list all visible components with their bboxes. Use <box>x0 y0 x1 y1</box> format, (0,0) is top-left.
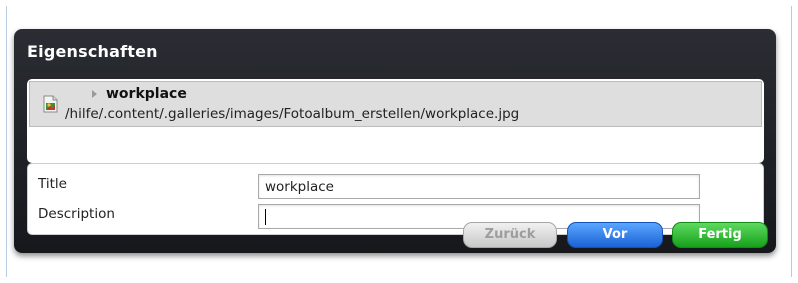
dialog-title: Eigenschaften <box>27 42 158 61</box>
resource-header: workplace /hilfe/.content/.galleries/ima… <box>29 81 762 127</box>
next-button[interactable]: Vor <box>567 222 663 248</box>
text-caret <box>265 209 266 225</box>
finish-button[interactable]: Fertig <box>672 222 768 248</box>
title-input[interactable] <box>258 174 700 199</box>
image-file-icon <box>43 95 58 113</box>
resource-info-panel: workplace /hilfe/.content/.galleries/ima… <box>27 79 764 163</box>
properties-dialog: Eigenschaften workplace /hilfe/.content/… <box>14 29 776 253</box>
resource-path: /hilfe/.content/.galleries/images/Fotoal… <box>65 106 520 122</box>
back-button[interactable]: Zurück <box>463 222 557 248</box>
expand-arrow-icon[interactable] <box>92 90 97 98</box>
resource-name: workplace <box>106 86 187 102</box>
description-label: Description <box>38 206 115 222</box>
title-label: Title <box>38 176 67 192</box>
